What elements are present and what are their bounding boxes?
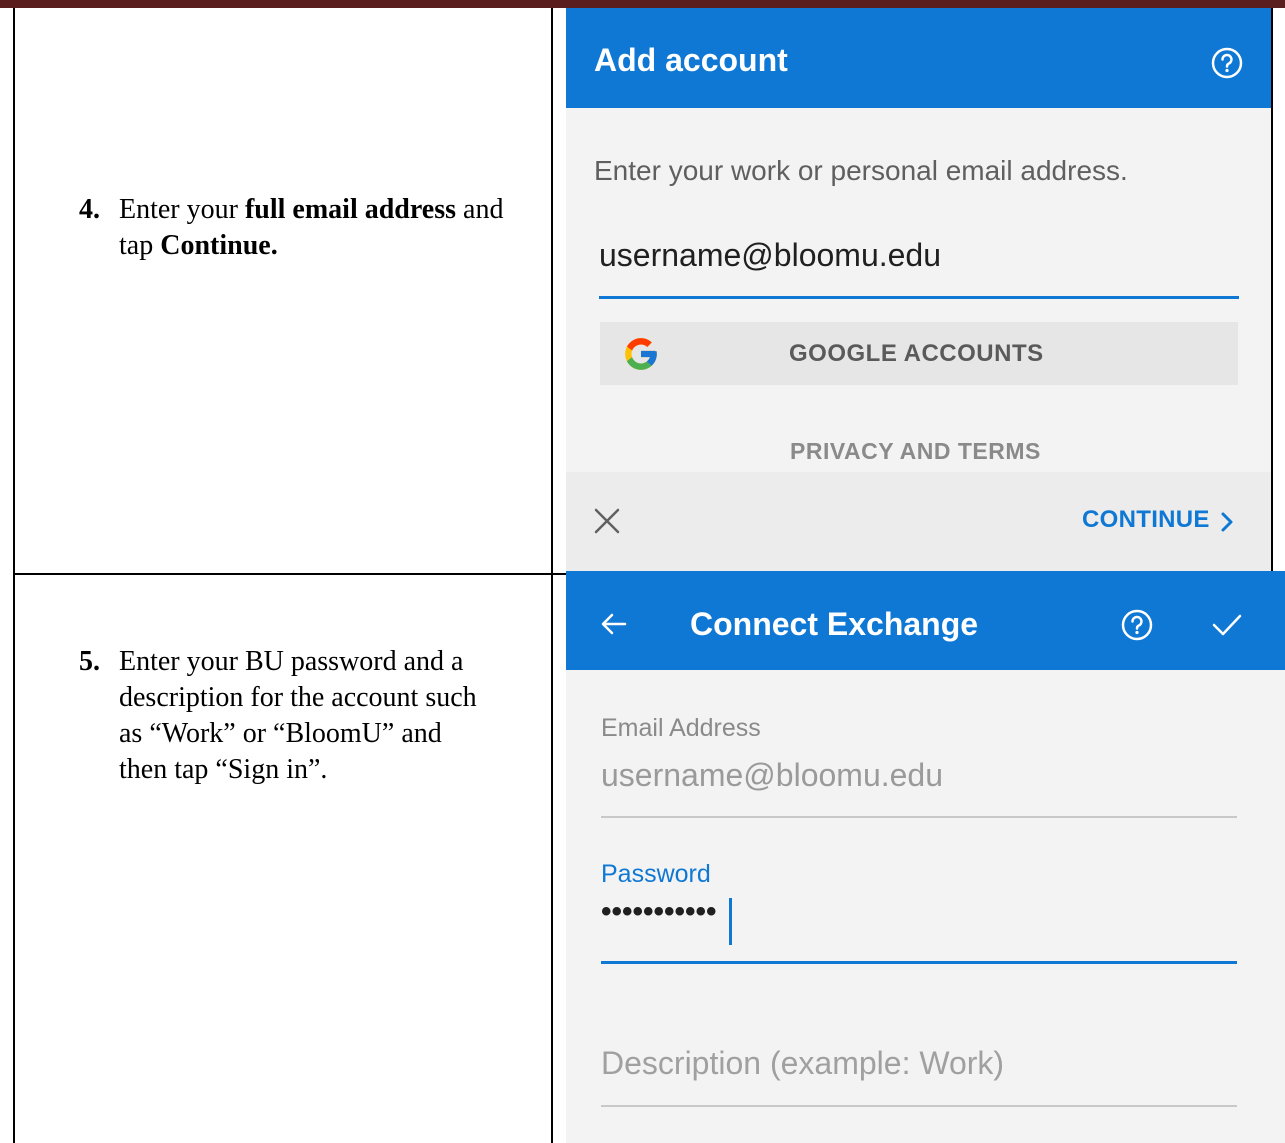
email-address-label: Email Address — [601, 714, 761, 742]
text-caret — [729, 898, 732, 945]
password-field-underline — [601, 961, 1237, 964]
password-field[interactable]: ••••••••••• — [601, 895, 717, 929]
check-icon[interactable] — [1210, 610, 1244, 640]
step-4-text: Enter your full email address and tap Co… — [119, 192, 539, 264]
screen-title: Connect Exchange — [690, 606, 979, 642]
help-icon[interactable] — [1210, 46, 1244, 80]
step-5-text: Enter your BU password and a description… — [119, 644, 559, 788]
add-account-screen: Add account Enter your work or personal … — [566, 8, 1271, 571]
google-accounts-button[interactable]: GOOGLE ACCOUNTS — [600, 322, 1238, 385]
password-label: Password — [601, 860, 711, 888]
step-5-line: description for the account such — [119, 682, 477, 713]
step-4-number: 4. — [79, 194, 100, 225]
connect-exchange-screen: Connect Exchange Email Address username@… — [566, 571, 1285, 1143]
table-border-left — [13, 8, 15, 1143]
app-bar: Add account — [566, 8, 1271, 108]
email-input[interactable]: username@bloomu.edu — [599, 237, 941, 274]
table-border-middle — [551, 8, 553, 1143]
description-field-underline — [601, 1105, 1237, 1107]
table-border-right — [1271, 8, 1273, 576]
document-header-bar — [0, 0, 1285, 8]
chevron-right-icon — [1218, 510, 1236, 534]
email-address-field: username@bloomu.edu — [601, 757, 944, 793]
help-icon[interactable] — [1120, 608, 1154, 642]
bottom-action-bar: CONTINUE — [566, 472, 1271, 571]
email-prompt: Enter your work or personal email addres… — [594, 155, 1128, 186]
privacy-and-terms-link[interactable]: PRIVACY AND TERMS — [790, 438, 1041, 465]
google-accounts-label: GOOGLE ACCOUNTS — [789, 340, 1044, 367]
step-4-text-part: Enter your — [119, 194, 245, 225]
step-4-instruction: 4. Enter your full email address and tap… — [79, 192, 529, 272]
step-4-text-bold: Continue. — [160, 230, 278, 261]
description-input[interactable]: Description (example: Work) — [601, 1045, 1004, 1082]
step-5-number: 5. — [79, 646, 100, 677]
email-input-underline — [599, 296, 1239, 299]
google-logo-icon — [622, 335, 660, 373]
screen-title: Add account — [594, 42, 788, 78]
step-5-line: then tap “Sign in”. — [119, 754, 328, 785]
step-5-line: Enter your BU password and a — [119, 646, 464, 677]
continue-button[interactable]: CONTINUE — [1082, 506, 1242, 540]
continue-label: CONTINUE — [1082, 506, 1210, 533]
back-arrow-icon[interactable] — [599, 609, 629, 639]
email-field-underline — [601, 816, 1237, 818]
step-5-line: as “Work” or “BloomU” and — [119, 718, 442, 749]
close-icon[interactable] — [592, 506, 622, 536]
step-4-text-bold: full email address — [244, 194, 457, 225]
app-bar: Connect Exchange — [566, 571, 1285, 670]
step-5-instruction: 5. Enter your BU password and a descript… — [79, 644, 539, 794]
